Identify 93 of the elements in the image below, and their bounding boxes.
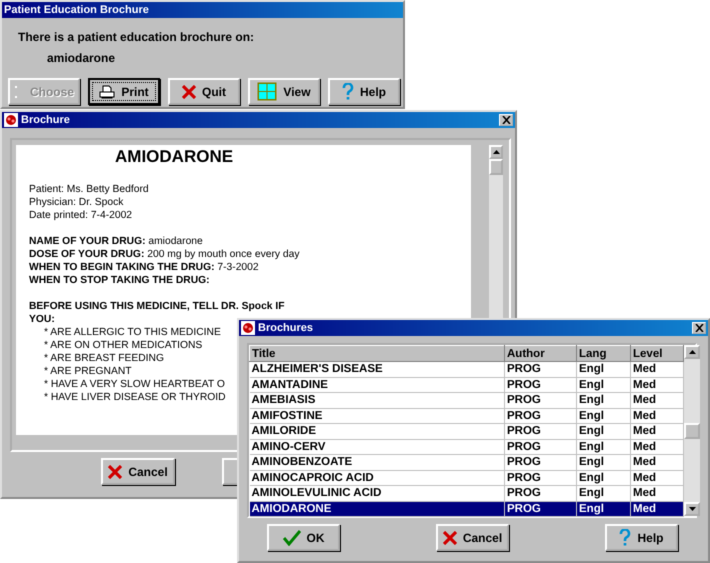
dialog-button[interactable]: Cancel xyxy=(101,458,175,485)
list-row[interactable]: AMANTADINE PROG Engl Med xyxy=(250,377,684,392)
table-cell: Med xyxy=(630,501,684,516)
bullet-item: * HAVE A VERY SLOW HEARTBEAT O xyxy=(43,378,225,391)
dialog-button[interactable]: Print xyxy=(88,78,160,105)
table-cell: PROG xyxy=(504,486,576,501)
table-cell: PROG xyxy=(504,408,576,424)
document-line: Patient: Ms. Betty Bedford xyxy=(29,183,149,196)
window-title: Brochures xyxy=(258,322,314,334)
dialog-button[interactable]: Help xyxy=(605,524,678,551)
bullet-item: * ARE PREGNANT xyxy=(43,365,132,378)
table-cell: Engl xyxy=(576,362,630,377)
table-cell: PROG xyxy=(504,439,576,454)
app-icon xyxy=(4,113,18,127)
table-cell: Engl xyxy=(576,470,630,486)
printer-icon xyxy=(99,84,116,98)
document-line: NAME OF YOUR DRUG: amiodarone xyxy=(29,235,203,248)
checkmark-icon xyxy=(282,530,300,546)
window-title: Patient Education Brochure xyxy=(4,4,150,16)
table-cell: AMINOBENZOATE xyxy=(250,454,504,470)
table-cell: AMIODARONE xyxy=(250,501,504,516)
list-row[interactable]: AMILORIDE PROG Engl Med xyxy=(250,424,684,439)
document-line: WHEN TO BEGIN TAKING THE DRUG: 7-3-2002 xyxy=(29,261,259,274)
table-cell: AMINOCAPROIC ACID xyxy=(250,470,504,486)
table-cell: ALZHEIMER'S DISEASE xyxy=(250,362,504,377)
scroll-thumb[interactable] xyxy=(489,159,503,175)
scrollbar[interactable] xyxy=(684,345,700,516)
list-row[interactable]: AMIFOSTINE PROG Engl Med xyxy=(250,408,684,424)
table-cell: PROG xyxy=(504,454,576,470)
table-cell: PROG xyxy=(504,424,576,439)
table-cell: AMINOLEVULINIC ACID xyxy=(250,486,504,501)
close-button[interactable] xyxy=(692,322,706,334)
table-cell: Engl xyxy=(576,392,630,408)
close-button[interactable] xyxy=(499,114,513,126)
window-panes-icon xyxy=(257,82,278,101)
list-row[interactable]: ALZHEIMER'S DISEASE PROG Engl Med xyxy=(250,362,684,377)
list-row[interactable]: AMINOBENZOATE PROG Engl Med xyxy=(250,454,684,470)
document-line: WHEN TO STOP TAKING THE DRUG: xyxy=(29,274,210,287)
help-icon xyxy=(342,83,354,100)
table-cell: PROG xyxy=(504,392,576,408)
document-line: Physician: Dr. Spock xyxy=(29,196,124,209)
scroll-down-button[interactable] xyxy=(684,502,700,516)
close-icon xyxy=(108,464,122,478)
list-row[interactable]: AMINO-CERV PROG Engl Med xyxy=(250,439,684,454)
table-cell: Engl xyxy=(576,454,630,470)
table-cell: Engl xyxy=(576,501,630,516)
scroll-thumb[interactable] xyxy=(684,422,700,438)
app-icon xyxy=(241,321,255,335)
table-cell: PROG xyxy=(504,501,576,516)
close-icon xyxy=(442,530,457,544)
dialog-button[interactable]: Quit xyxy=(168,78,240,105)
column-header[interactable]: Lang xyxy=(576,346,630,362)
close-icon xyxy=(182,84,196,98)
window-title: Brochure xyxy=(21,114,71,126)
table-cell: Engl xyxy=(576,408,630,424)
document-line: Date printed: 7-4-2002 xyxy=(29,209,132,222)
document-line: DOSE OF YOUR DRUG: 200 mg by mouth once every day xyxy=(29,248,300,261)
table-cell: Engl xyxy=(576,377,630,392)
message-text: There is a patient education brochure on: xyxy=(18,30,256,44)
column-header[interactable]: Author xyxy=(504,346,576,362)
column-header[interactable]: Title xyxy=(250,346,504,362)
list-row[interactable]: AMEBIASIS PROG Engl Med xyxy=(250,392,684,408)
table-cell: Engl xyxy=(576,424,630,439)
table-cell: PROG xyxy=(504,377,576,392)
table-cell: AMEBIASIS xyxy=(250,392,504,408)
bullet-item: * HAVE LIVER DISEASE OR THYROID xyxy=(43,391,226,404)
drug-name: amiodarone xyxy=(47,51,116,65)
list-row[interactable]: AMIODARONE PROG Engl Med xyxy=(250,501,684,516)
down-arrow-icon xyxy=(688,507,696,511)
scroll-up-button[interactable] xyxy=(684,345,700,359)
bullet-item: * ARE BREAST FEEDING xyxy=(43,352,164,365)
table-cell: AMIFOSTINE xyxy=(250,408,504,424)
bullet-item: * ARE ALLERGIC TO THIS MEDICINE xyxy=(43,326,221,339)
table-cell: AMILORIDE xyxy=(250,424,504,439)
table-cell: Engl xyxy=(576,486,630,501)
bullet-item: * ARE ON OTHER MEDICATIONS xyxy=(43,339,202,352)
up-arrow-icon xyxy=(688,350,696,354)
dialog-button[interactable]: OK xyxy=(267,524,340,551)
table-cell: PROG xyxy=(504,470,576,486)
help-icon xyxy=(619,529,632,546)
column-header[interactable]: Level xyxy=(630,346,684,362)
list-row[interactable]: AMINOCAPROIC ACID PROG Engl Med xyxy=(250,470,684,486)
up-arrow-icon xyxy=(492,150,500,154)
table-cell: PROG xyxy=(504,362,576,377)
document-heading: AMIODARONE xyxy=(115,147,234,166)
dialog-button[interactable]: Cancel xyxy=(436,524,509,551)
list-row[interactable]: AMINOLEVULINIC ACID PROG Engl Med xyxy=(250,486,684,501)
scroll-up-button[interactable] xyxy=(489,145,503,159)
dialog-button[interactable]: View xyxy=(248,78,320,105)
table-cell: AMANTADINE xyxy=(250,377,504,392)
table-cell: AMINO-CERV xyxy=(250,439,504,454)
table-cell: Engl xyxy=(576,439,630,454)
dialog-button[interactable]: Help xyxy=(328,78,400,105)
